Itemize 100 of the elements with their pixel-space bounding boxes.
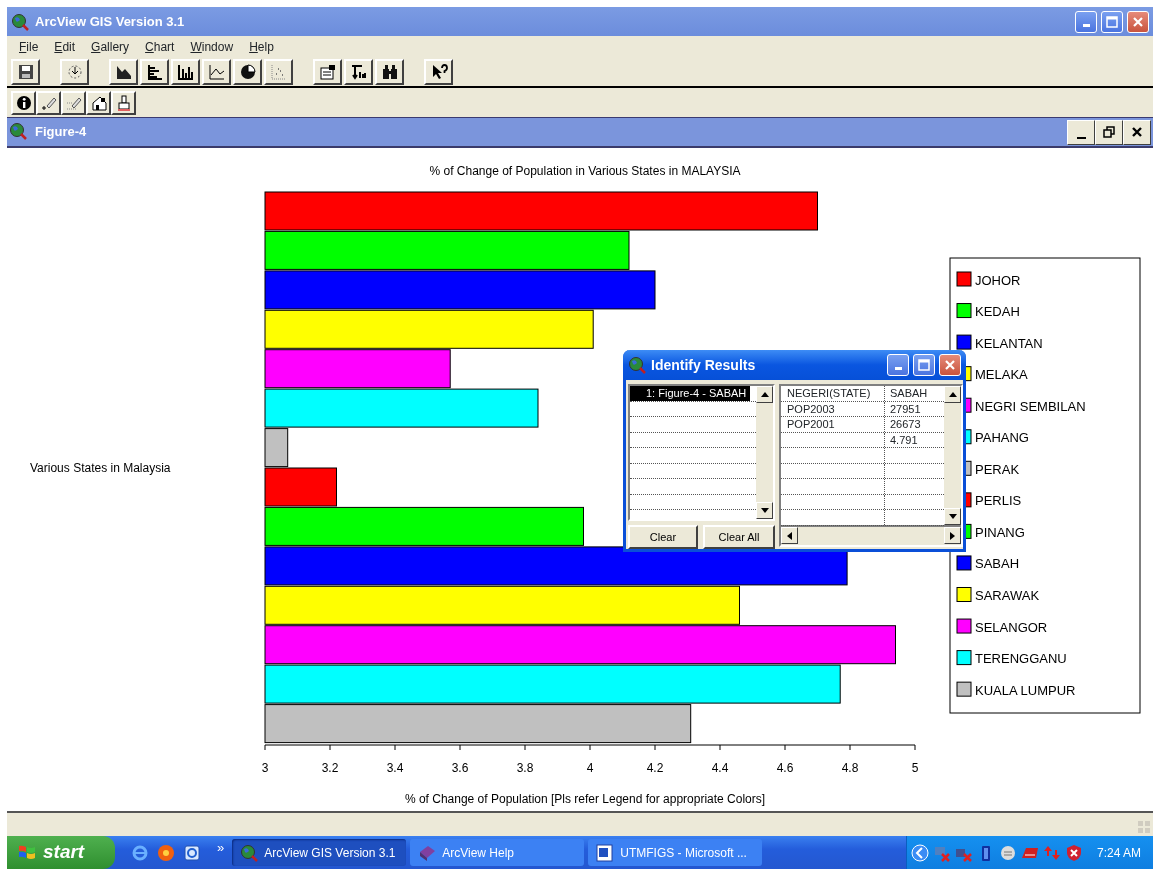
close-icon	[1131, 126, 1143, 138]
legend-label: PINANG	[975, 524, 1025, 540]
tick-label: 5	[911, 761, 919, 775]
column-chart-icon	[176, 62, 195, 81]
toolbar-button[interactable]	[60, 58, 89, 85]
overflow-chevron[interactable]: »	[217, 838, 225, 858]
legend-label: NEGRI SEMBILAN	[975, 398, 1086, 414]
info-icon	[15, 94, 32, 111]
maximize-button[interactable]	[1101, 10, 1123, 33]
menu-item[interactable]: Edit	[46, 37, 84, 56]
vertical-scrollbar[interactable]	[944, 386, 961, 525]
scroll-down-button[interactable]	[756, 502, 773, 519]
annotation-label: Various States in Malaysia	[30, 461, 171, 475]
clock: 7:24 AM	[1096, 844, 1141, 862]
down-arrow-icon	[760, 508, 769, 513]
vertical-scrollbar[interactable]	[756, 386, 773, 519]
house-chart-icon	[90, 94, 107, 111]
dialog-title: Identify Results	[651, 355, 756, 375]
toolbar-button[interactable]	[424, 58, 453, 85]
toolbar-button[interactable]	[375, 58, 404, 85]
toolbar-button[interactable]	[344, 58, 373, 85]
taskbar-button[interactable]: ArcView GIS Version 3.1	[232, 839, 407, 866]
tick-label: 4	[586, 761, 594, 775]
tick-label: 3.4	[386, 761, 404, 775]
menu-item[interactable]: Window	[182, 37, 242, 56]
quick-launch-button[interactable]	[131, 843, 149, 862]
toolbar-button[interactable]	[140, 58, 169, 85]
legend-label: JOHOR	[975, 272, 1021, 288]
toolbar-button[interactable]	[86, 90, 111, 115]
scatter-plot-icon	[269, 62, 288, 81]
series-swap-icon	[349, 62, 368, 81]
scroll-up-button[interactable]	[944, 386, 961, 403]
minimize-button[interactable]	[1067, 119, 1095, 145]
legend-label: PAHANG	[975, 430, 1029, 446]
toolbar-button[interactable]	[36, 90, 61, 115]
menu-item[interactable]: Help	[241, 37, 282, 56]
toolbar-button[interactable]	[171, 58, 200, 85]
menu-item[interactable]: File	[11, 37, 47, 56]
restore-button[interactable]	[1095, 119, 1123, 145]
right-arrow-icon	[950, 531, 955, 540]
close-button[interactable]	[1123, 119, 1151, 145]
chart-title: % of Change of Population in Various States in MALAYSIA	[429, 164, 741, 178]
toolbar-button[interactable]	[233, 58, 262, 85]
legend-label: TERENGGANU	[975, 651, 1067, 667]
properties-sheet-icon	[318, 62, 337, 81]
scroll-up-button[interactable]	[756, 386, 773, 403]
close-icon	[944, 359, 956, 371]
toolbar-button[interactable]	[11, 58, 40, 85]
scroll-down-button[interactable]	[944, 508, 961, 525]
tick-label: 4.2	[646, 761, 664, 775]
browser-e-icon	[131, 843, 149, 862]
binoculars-icon	[380, 62, 399, 81]
paint-brush-icon	[115, 94, 132, 111]
down-arrow-icon	[948, 514, 957, 519]
clear-button[interactable]: Clear	[628, 525, 698, 549]
table-cell: SABAH	[890, 387, 928, 399]
maximize-button[interactable]	[913, 354, 935, 376]
toolbar-button[interactable]	[313, 58, 342, 85]
legend-label: KELANTAN	[975, 335, 1043, 351]
toolbar-button[interactable]	[111, 90, 136, 115]
toolbar-button[interactable]	[264, 58, 293, 85]
table-cell: 27951	[890, 402, 921, 415]
word-document-icon	[596, 843, 615, 862]
close-icon	[1132, 15, 1144, 28]
quick-launch-button[interactable]	[157, 843, 175, 862]
scroll-left-button[interactable]	[781, 527, 798, 544]
scroll-right-button[interactable]	[944, 527, 961, 544]
list-item[interactable]: 1: Figure-4 - SABAH	[630, 386, 751, 401]
toolbar-button[interactable]	[11, 90, 36, 115]
horizontal-scrollbar[interactable]	[781, 525, 961, 545]
toolbar-button[interactable]	[109, 58, 138, 85]
legend-label: KEDAH	[975, 304, 1020, 320]
line-chart-icon	[207, 62, 226, 81]
tick-label: 4.4	[711, 761, 729, 775]
table-cell: POP2003	[787, 402, 835, 415]
legend-label: SARAWAK	[975, 588, 1040, 603]
horizontal-bar-chart-icon	[145, 62, 164, 81]
toolbar-button[interactable]	[202, 58, 231, 85]
magnifier-globe-icon	[628, 356, 646, 374]
left-arrow-icon	[787, 531, 792, 540]
taskbar-button[interactable]: UTMFIGS - Microsoft ...	[588, 839, 763, 866]
menu-item[interactable]: Gallery	[83, 37, 138, 56]
legend-label: SABAH	[975, 556, 1020, 572]
menu-item[interactable]: Chart	[137, 37, 183, 56]
maximize-icon	[1106, 15, 1118, 28]
quick-launch-button[interactable]	[183, 843, 201, 862]
disc-icon	[157, 843, 175, 862]
taskbar-button[interactable]: ArcView Help	[410, 839, 585, 866]
legend-label: KUALA LUMPUR	[975, 682, 1076, 698]
magnifier-globe-icon	[240, 843, 259, 862]
tick-label: 4.6	[776, 761, 794, 775]
toolbar-button[interactable]	[61, 90, 86, 115]
table-cell: POP2001	[787, 418, 835, 430]
table-cell: NEGERI(STATE)	[787, 387, 871, 399]
legend-label: PERLIS	[975, 493, 1022, 509]
x-axis-title: % of Change of Population [Pls refer Legend for appropriate Colors]	[404, 792, 766, 806]
document-e-icon	[183, 843, 201, 862]
legend-label: MELAKA	[975, 367, 1028, 383]
clear-all-button[interactable]: Clear All	[703, 525, 775, 549]
minimize-icon	[1082, 23, 1090, 27]
